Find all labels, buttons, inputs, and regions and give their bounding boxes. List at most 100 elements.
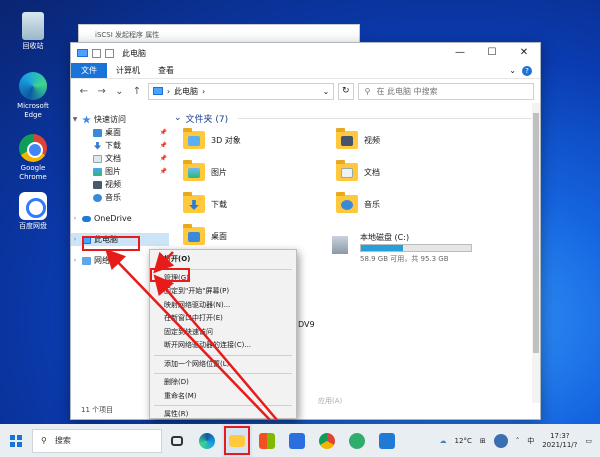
minimize-button[interactable]: —: [444, 43, 476, 63]
sidebar-item-music[interactable]: 音乐: [71, 191, 171, 204]
expand-ribbon-icon[interactable]: ⌄: [509, 66, 516, 75]
menu-item-rename[interactable]: 重命名(M): [150, 390, 296, 404]
taskbar-search[interactable]: ⚲ 搜索: [32, 428, 162, 453]
menu-item-delete[interactable]: 删除(D): [150, 376, 296, 390]
folder-3d-objects[interactable]: 3D 对象: [183, 128, 241, 149]
collapse-icon[interactable]: ▼: [71, 116, 79, 123]
folder-pictures[interactable]: 图片: [183, 160, 227, 181]
pin-icon: 📌: [159, 129, 167, 136]
sidebar-item-quick-access[interactable]: ▼ 快速访问: [71, 113, 171, 126]
document-icon: [93, 154, 102, 163]
desktop-icon-edge[interactable]: Microsoft Edge: [10, 72, 56, 120]
help-icon[interactable]: ?: [522, 65, 532, 76]
desktop-icon-baidu[interactable]: 百度网盘: [10, 192, 56, 231]
collapse-icon[interactable]: ⌄: [174, 113, 182, 123]
menu-item-properties[interactable]: 属性(R): [150, 408, 296, 422]
weather-temperature[interactable]: 12°C: [455, 437, 472, 445]
sidebar-item-videos[interactable]: 视频: [71, 178, 171, 191]
search-input[interactable]: ⚲ 在 此电脑 中搜索: [357, 82, 534, 100]
mail-icon: [289, 432, 305, 449]
menu-item-open[interactable]: 打开(O): [150, 253, 296, 267]
store-icon: [259, 432, 275, 449]
address-dropdown[interactable]: ⌄: [319, 87, 333, 96]
folder-picture-icon: [183, 160, 205, 181]
folder-music[interactable]: 音乐: [336, 192, 380, 213]
recycle-bin-icon: [22, 12, 44, 40]
sidebar-item-label: 视频: [105, 180, 121, 189]
sidebar-item-label: 文档: [105, 154, 121, 163]
clock[interactable]: 17:3? 2021/11/?: [542, 432, 577, 450]
task-view-button[interactable]: [162, 424, 192, 457]
tab-file[interactable]: 文件: [71, 63, 107, 78]
search-icon: ⚲: [364, 86, 371, 96]
windows-logo-icon[interactable]: ⊞: [480, 437, 486, 445]
taskbar-file-explorer[interactable]: [222, 424, 252, 457]
taskbar-app[interactable]: [342, 424, 372, 457]
folder-desktop[interactable]: 桌面: [183, 224, 227, 245]
title-bar[interactable]: 此电脑 — ☐ ✕: [71, 43, 540, 63]
menu-item-add-network-location[interactable]: 添加一个网络位置(L): [150, 358, 296, 372]
explorer-window[interactable]: 此电脑 — ☐ ✕ 文件 计算机 查看 ⌄ ? ← → ⌄ ↑ › 此电脑 › …: [70, 42, 541, 420]
notification-icon[interactable]: ▭: [585, 437, 592, 445]
up-button[interactable]: ↑: [130, 86, 144, 97]
folder-downloads[interactable]: 下载: [183, 192, 227, 213]
address-path[interactable]: 此电脑: [174, 86, 198, 97]
taskbar-app-2[interactable]: [372, 424, 402, 457]
menu-item-open-new-window[interactable]: 在新窗口中打开(E): [150, 312, 296, 326]
taskbar-mail[interactable]: [282, 424, 312, 457]
sidebar-item-desktop[interactable]: 桌面 📌: [71, 126, 171, 139]
sidebar-item-onedrive[interactable]: › OneDrive: [71, 212, 171, 225]
recent-locations-button[interactable]: ⌄: [112, 86, 126, 97]
avatar[interactable]: [493, 433, 508, 448]
download-icon: [93, 141, 102, 150]
taskbar-store[interactable]: [252, 424, 282, 457]
menu-item-disconnect-drive[interactable]: 断开网络驱动器的连接(C)...: [150, 339, 296, 353]
folder-documents[interactable]: 文档: [336, 160, 380, 181]
menu-item-pin-quick-access[interactable]: 固定到快速访问: [150, 326, 296, 340]
refresh-button[interactable]: ↻: [337, 82, 354, 100]
desktop-icon-recycle-bin[interactable]: 回收站: [10, 12, 56, 51]
highlight-this-pc: [82, 236, 140, 251]
maximize-button[interactable]: ☐: [476, 43, 508, 63]
expand-icon[interactable]: ›: [71, 215, 79, 222]
address-bar[interactable]: › 此电脑 › ⌄: [147, 82, 334, 100]
apply-button[interactable]: 应用(A): [318, 396, 342, 406]
vertical-scrollbar[interactable]: [532, 103, 540, 403]
drive-usage-fill: [361, 245, 403, 251]
expand-icon[interactable]: ›: [71, 236, 79, 243]
menu-item-pin-start[interactable]: 固定到"开始"屏幕(P): [150, 285, 296, 299]
back-button[interactable]: ←: [77, 86, 91, 97]
group-header-folders[interactable]: ⌄ 文件夹 (7): [174, 111, 540, 125]
start-button[interactable]: [0, 424, 32, 457]
pin-icon: 📌: [159, 155, 167, 162]
ime-indicator[interactable]: 中: [527, 436, 534, 446]
status-item-count: 11 个项目: [81, 406, 114, 414]
weather-icon[interactable]: ☁: [440, 437, 447, 445]
sidebar-item-documents[interactable]: 文档 📌: [71, 152, 171, 165]
sidebar-item-pictures[interactable]: 图片 📌: [71, 165, 171, 178]
desktop-icon-chrome[interactable]: Google Chrome: [10, 134, 56, 182]
expand-icon[interactable]: ›: [71, 257, 79, 264]
taskbar-chrome[interactable]: [312, 424, 342, 457]
folder-document-icon: [336, 160, 358, 181]
scrollbar-thumb[interactable]: [533, 113, 539, 353]
taskbar-edge[interactable]: [192, 424, 222, 457]
folder-videos[interactable]: 视频: [336, 128, 380, 149]
sidebar-item-downloads[interactable]: 下载 📌: [71, 139, 171, 152]
baidu-netdisk-icon: [19, 192, 47, 220]
menu-item-map-drive[interactable]: 映射网络驱动器(N)...: [150, 299, 296, 313]
forward-button[interactable]: →: [95, 86, 109, 97]
properties-icon[interactable]: [92, 48, 101, 58]
close-button[interactable]: ✕: [508, 43, 540, 63]
cloud-icon: [82, 215, 91, 222]
hard-drive-icon: [332, 236, 348, 254]
folder-desktop-icon: [183, 224, 205, 245]
drive-name: 本地磁盘 (C:): [360, 233, 410, 242]
desktop-folder-icon: [93, 128, 102, 137]
chrome-icon: [319, 432, 335, 449]
edge-icon: [199, 432, 215, 449]
tab-view[interactable]: 查看: [149, 63, 183, 78]
tab-computer[interactable]: 计算机: [107, 63, 149, 78]
new-folder-icon[interactable]: [105, 48, 114, 58]
chevron-up-icon[interactable]: ˄: [516, 437, 520, 445]
